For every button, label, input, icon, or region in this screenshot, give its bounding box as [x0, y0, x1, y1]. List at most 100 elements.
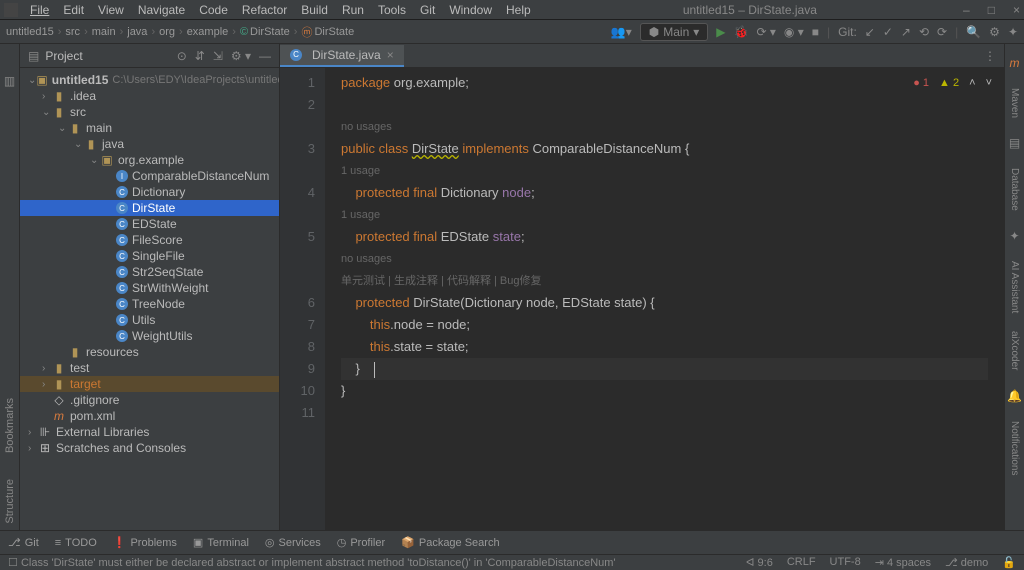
profiler-tool-tab[interactable]: ◷ Profiler [337, 536, 385, 549]
lock-icon[interactable]: 🔓 [1002, 556, 1016, 569]
tree-item-singlefile[interactable]: CSingleFile [20, 248, 279, 264]
menu-file[interactable]: File [24, 1, 55, 19]
minimize-button[interactable]: – [963, 3, 970, 17]
tree-item-treenode[interactable]: CTreeNode [20, 296, 279, 312]
menu-tools[interactable]: Tools [372, 1, 412, 19]
indent-setting[interactable]: ⇥ 4 spaces [875, 556, 931, 569]
bell-icon[interactable]: 🔔 [1007, 385, 1022, 407]
tree-item-resources[interactable]: ▮resources [20, 344, 279, 360]
menu-window[interactable]: Window [443, 1, 498, 19]
menu-git[interactable]: Git [414, 1, 441, 19]
select-opened-icon[interactable]: ⊙ [177, 49, 187, 63]
project-view-icon[interactable]: ▤ [28, 49, 39, 63]
ai-hints[interactable]: 单元测试 | 生成注释 | 代码解释 | Bug修复 [341, 275, 541, 287]
cursor-position[interactable]: ᐊ 9:6 [746, 556, 773, 569]
scratches-consoles[interactable]: ›⊞Scratches and Consoles [20, 440, 279, 456]
notifications-tab[interactable]: Notifications [1009, 417, 1020, 479]
tree-item-org.example[interactable]: ⌄▣org.example [20, 152, 279, 168]
external-libraries[interactable]: ›⊪External Libraries [20, 424, 279, 440]
git-history-icon[interactable]: ⟲ [919, 25, 929, 39]
maximize-button[interactable]: □ [988, 3, 995, 17]
git-tool-tab[interactable]: ⎇ Git [8, 536, 39, 549]
menu-view[interactable]: View [92, 1, 130, 19]
line-separator[interactable]: CRLF [787, 556, 816, 569]
menu-edit[interactable]: Edit [57, 1, 90, 19]
git-commit-icon[interactable]: ✓ [883, 25, 893, 39]
debug-button[interactable]: 🐞 [734, 25, 749, 39]
status-icon[interactable]: ☐ [8, 556, 18, 569]
tree-item-main[interactable]: ⌄▮main [20, 120, 279, 136]
hide-panel-icon[interactable]: — [259, 49, 271, 63]
settings-icon[interactable]: ⚙ [989, 25, 1000, 39]
package-search-tab[interactable]: 📦 Package Search [401, 536, 499, 549]
stop-button[interactable]: ■ [812, 25, 819, 39]
tree-item-pom.xml[interactable]: mpom.xml [20, 408, 279, 424]
ai-assistant-icon[interactable]: ✦ [1009, 225, 1019, 247]
editor-inspection-badges[interactable]: ● 1 ▲ 2 ˄ ˅ [913, 72, 992, 94]
tree-item-strwithweight[interactable]: CStrWithWeight [20, 280, 279, 296]
project-tree[interactable]: ⌄▣ untitled15C:\Users\EDY\IdeaProjects\u… [20, 68, 279, 530]
ai-icon[interactable]: ✦ [1008, 25, 1018, 39]
database-icon[interactable]: ▤ [1009, 132, 1020, 154]
chevron-down-icon[interactable]: ˅ [986, 72, 992, 94]
services-tool-tab[interactable]: ◎ Services [265, 536, 321, 549]
tree-item-utils[interactable]: CUtils [20, 312, 279, 328]
menu-refactor[interactable]: Refactor [236, 1, 293, 19]
database-tab[interactable]: Database [1009, 164, 1020, 215]
run-config-select[interactable]: ⬢ Main ▾ [640, 23, 709, 41]
menu-code[interactable]: Code [193, 1, 234, 19]
collapse-all-icon[interactable]: ⇲ [213, 49, 223, 63]
maven-icon[interactable]: m [1010, 52, 1020, 74]
crumb-src[interactable]: src [65, 26, 80, 38]
chevron-up-icon[interactable]: ˄ [969, 72, 975, 94]
crumb-main[interactable]: main [92, 26, 116, 38]
todo-tool-tab[interactable]: ≡ TODO [55, 537, 97, 549]
crumb-method[interactable]: DirState [314, 26, 354, 38]
tree-item-target[interactable]: ›▮target [20, 376, 279, 392]
tree-item-filescore[interactable]: CFileScore [20, 232, 279, 248]
crumb-file[interactable]: DirState [250, 26, 290, 38]
error-badge[interactable]: ● 1 [913, 72, 929, 94]
crumb-project[interactable]: untitled15 [6, 26, 54, 38]
maven-tab[interactable]: Maven [1009, 84, 1020, 122]
problems-tool-tab[interactable]: ❗ Problems [113, 536, 177, 549]
menu-help[interactable]: Help [500, 1, 537, 19]
structure-tab[interactable]: Structure [4, 473, 16, 530]
tree-item-dirstate[interactable]: CDirState [20, 200, 279, 216]
aixcoder-tab[interactable]: aiXcoder [1009, 327, 1020, 374]
git-branch[interactable]: ⎇ demo [945, 556, 988, 569]
tree-item-str2seqstate[interactable]: CStr2SeqState [20, 264, 279, 280]
add-user-icon[interactable]: 👥▾ [611, 25, 632, 39]
encoding[interactable]: UTF-8 [830, 556, 861, 569]
menu-run[interactable]: Run [336, 1, 370, 19]
code-editor[interactable]: 1 2 3 4 5 6 7 8 9 10 11 ● 1 ▲ 2 ˄ ˅ pack [280, 68, 1004, 530]
tree-item-dictionary[interactable]: CDictionary [20, 184, 279, 200]
ai-assistant-tab[interactable]: AI Assistant [1009, 257, 1020, 317]
tree-item-.idea[interactable]: ›▮.idea [20, 88, 279, 104]
run-button[interactable]: ▶ [716, 25, 725, 39]
project-toggle-icon[interactable]: ▥ [4, 74, 15, 88]
tab-overflow-icon[interactable]: ⋮ [984, 49, 996, 63]
breadcrumb[interactable]: untitled15› src› main› java› org› exampl… [6, 24, 354, 40]
tree-item-src[interactable]: ⌄▮src [20, 104, 279, 120]
menu-build[interactable]: Build [295, 1, 334, 19]
gear-icon[interactable]: ⚙ ▾ [231, 49, 251, 63]
tree-item-edstate[interactable]: CEDState [20, 216, 279, 232]
bookmarks-tab[interactable]: Bookmarks [4, 392, 16, 459]
tree-item-java[interactable]: ⌄▮java [20, 136, 279, 152]
menu-navigate[interactable]: Navigate [132, 1, 191, 19]
editor-tab-dirstate[interactable]: C DirState.java × [280, 45, 404, 67]
crumb-example[interactable]: example [187, 26, 229, 38]
crumb-org[interactable]: org [159, 26, 175, 38]
tree-root[interactable]: ⌄▣ untitled15C:\Users\EDY\IdeaProjects\u… [20, 72, 279, 88]
tree-item-comparabledistancenum[interactable]: IComparableDistanceNum [20, 168, 279, 184]
warning-badge[interactable]: ▲ 2 [939, 72, 959, 94]
close-tab-icon[interactable]: × [387, 48, 394, 62]
terminal-tool-tab[interactable]: ▣ Terminal [193, 536, 249, 549]
git-rollback-icon[interactable]: ⟳ [937, 25, 947, 39]
tree-item-test[interactable]: ›▮test [20, 360, 279, 376]
profile-button[interactable]: ◉ ▾ [784, 25, 804, 39]
git-push-icon[interactable]: ↗ [901, 25, 911, 39]
git-update-icon[interactable]: ↙ [865, 25, 875, 39]
tree-item-weightutils[interactable]: CWeightUtils [20, 328, 279, 344]
